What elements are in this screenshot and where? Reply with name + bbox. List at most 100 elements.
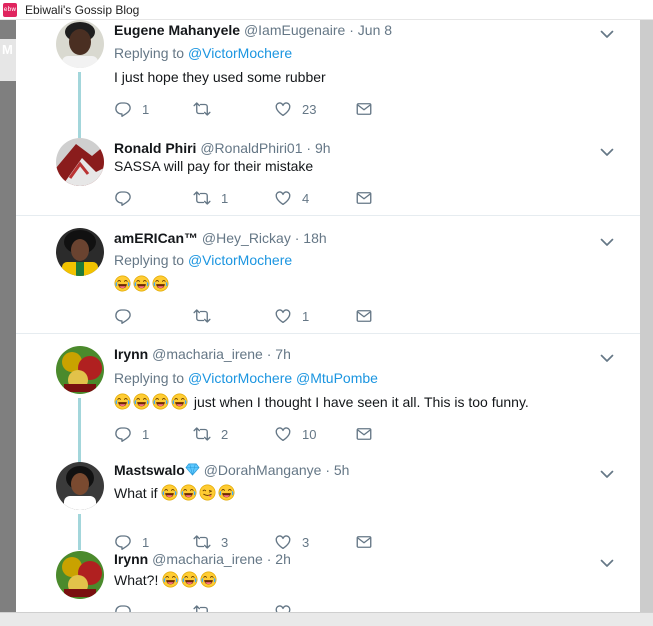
laughing-emoji-icon <box>114 393 131 410</box>
replying-to: Replying to @VictorMochere <box>114 252 293 268</box>
display-name[interactable]: Eugene Mahanyele <box>114 22 240 38</box>
timestamp[interactable]: 2h <box>275 551 291 567</box>
reply-count: 1 <box>142 101 150 117</box>
reply-icon <box>114 425 132 443</box>
chevron-down-icon[interactable] <box>599 466 615 482</box>
reply-button[interactable]: 1 <box>114 424 149 444</box>
like-button[interactable]: 3 <box>274 532 309 552</box>
direct-message-button[interactable] <box>355 306 373 326</box>
retweet-button[interactable] <box>193 99 221 119</box>
envelope-icon <box>355 533 373 551</box>
mention-link[interactable]: @MtuPombe <box>296 370 378 386</box>
reply-icon <box>114 533 132 551</box>
like-button[interactable]: 23 <box>274 99 316 119</box>
display-name[interactable]: Irynn <box>114 551 148 567</box>
username[interactable]: @DorahManganye <box>204 462 322 478</box>
retweet-icon <box>193 533 211 551</box>
avatar[interactable] <box>56 228 104 276</box>
tweet-text: just when I thought I have seen it all. … <box>114 393 529 410</box>
chevron-down-icon[interactable] <box>599 234 615 250</box>
retweet-icon <box>193 603 211 612</box>
timestamp[interactable]: 9h <box>315 140 331 156</box>
reply-button[interactable]: 1 <box>114 532 149 552</box>
retweet-button[interactable]: 1 <box>193 188 228 208</box>
avatar[interactable] <box>56 138 104 186</box>
window-titlebar: ebw Ebiwali's Gossip Blog <box>0 0 653 20</box>
display-name[interactable]: Irynn <box>114 346 148 362</box>
tweet-item[interactable]: amERICan™ @Hey_Rickay · 18h Replying to … <box>16 228 640 334</box>
retweet-button[interactable]: 3 <box>193 532 228 552</box>
mention-link[interactable]: @VictorMochere <box>188 370 292 386</box>
display-name[interactable]: Mastswalo <box>114 462 185 478</box>
like-button[interactable]: 1 <box>274 306 309 326</box>
direct-message-button[interactable] <box>355 188 373 208</box>
username[interactable]: @IamEugenaire <box>244 22 345 38</box>
timestamp[interactable]: 18h <box>303 230 326 246</box>
username[interactable]: @macharia_irene <box>152 551 263 567</box>
laughing-emoji-icon <box>218 484 235 501</box>
timestamp[interactable]: 7h <box>275 346 291 362</box>
retweet-icon <box>193 425 211 443</box>
reply-icon <box>114 189 132 207</box>
background-tab-letter: M <box>2 42 13 57</box>
heart-icon <box>274 307 292 325</box>
like-button[interactable]: 4 <box>274 188 309 208</box>
horizontal-scrollbar[interactable] <box>0 612 653 626</box>
replying-to: Replying to @VictorMochere @MtuPombe <box>114 370 378 386</box>
timestamp[interactable]: 5h <box>334 462 350 478</box>
reply-count: 1 <box>142 534 150 550</box>
avatar[interactable] <box>56 462 104 510</box>
tweet-item[interactable]: Mastswalo @DorahManganye · 5h What if 1 … <box>16 462 640 550</box>
like-button[interactable]: 10 <box>274 424 316 444</box>
retweet-icon <box>193 100 211 118</box>
retweet-button[interactable] <box>193 306 221 326</box>
reply-icon <box>114 307 132 325</box>
reply-button[interactable] <box>114 188 142 208</box>
mention-link[interactable]: @VictorMochere <box>188 45 292 61</box>
retweet-button[interactable] <box>193 602 211 612</box>
laughing-emoji-icon <box>180 484 197 501</box>
laughing-emoji-icon <box>161 484 178 501</box>
heart-icon <box>274 189 292 207</box>
envelope-icon <box>355 425 373 443</box>
mention-link[interactable]: @VictorMochere <box>188 252 292 268</box>
tweet-item[interactable]: Ronald Phiri @RonaldPhiri01 · 9h SASSA w… <box>16 138 640 214</box>
retweet-count: 1 <box>221 190 229 206</box>
divider <box>16 215 640 216</box>
background-page-right <box>640 20 653 614</box>
like-count: 3 <box>302 534 310 550</box>
username[interactable]: @RonaldPhiri01 <box>200 140 302 156</box>
chevron-down-icon[interactable] <box>599 26 615 42</box>
like-button[interactable] <box>274 602 292 612</box>
like-count: 1 <box>302 308 310 324</box>
laughing-emoji-icon <box>133 275 150 292</box>
chevron-down-icon[interactable] <box>599 144 615 160</box>
reply-button[interactable] <box>114 602 132 612</box>
like-count: 10 <box>302 426 317 442</box>
retweet-count: 2 <box>221 426 229 442</box>
tweet-item[interactable]: Eugene Mahanyele @IamEugenaire · Jun 8 R… <box>16 20 640 138</box>
username[interactable]: @macharia_irene <box>152 346 263 362</box>
timestamp[interactable]: Jun 8 <box>358 22 392 38</box>
chevron-down-icon[interactable] <box>599 350 615 366</box>
laughing-emoji-icon <box>114 275 131 292</box>
direct-message-button[interactable] <box>355 424 373 444</box>
laughing-emoji-icon <box>152 393 169 410</box>
username[interactable]: @Hey_Rickay <box>202 230 291 246</box>
direct-message-button[interactable] <box>355 532 373 552</box>
avatar[interactable] <box>56 20 104 68</box>
display-name[interactable]: amERICan™ <box>114 230 198 246</box>
direct-message-button[interactable] <box>355 99 373 119</box>
avatar[interactable] <box>56 551 104 599</box>
tweet-item[interactable]: Irynn @macharia_irene · 2h What?! <box>16 551 640 612</box>
avatar[interactable] <box>56 346 104 394</box>
display-name[interactable]: Ronald Phiri <box>114 140 196 156</box>
tweet-item[interactable]: Irynn @macharia_irene · 7h Replying to @… <box>16 346 640 482</box>
window-title: Ebiwali's Gossip Blog <box>25 2 140 17</box>
retweet-button[interactable]: 2 <box>193 424 228 444</box>
reply-button[interactable] <box>114 306 142 326</box>
chevron-down-icon[interactable] <box>599 555 615 571</box>
reply-button[interactable]: 1 <box>114 99 149 119</box>
envelope-icon <box>355 189 373 207</box>
retweet-icon <box>193 189 211 207</box>
